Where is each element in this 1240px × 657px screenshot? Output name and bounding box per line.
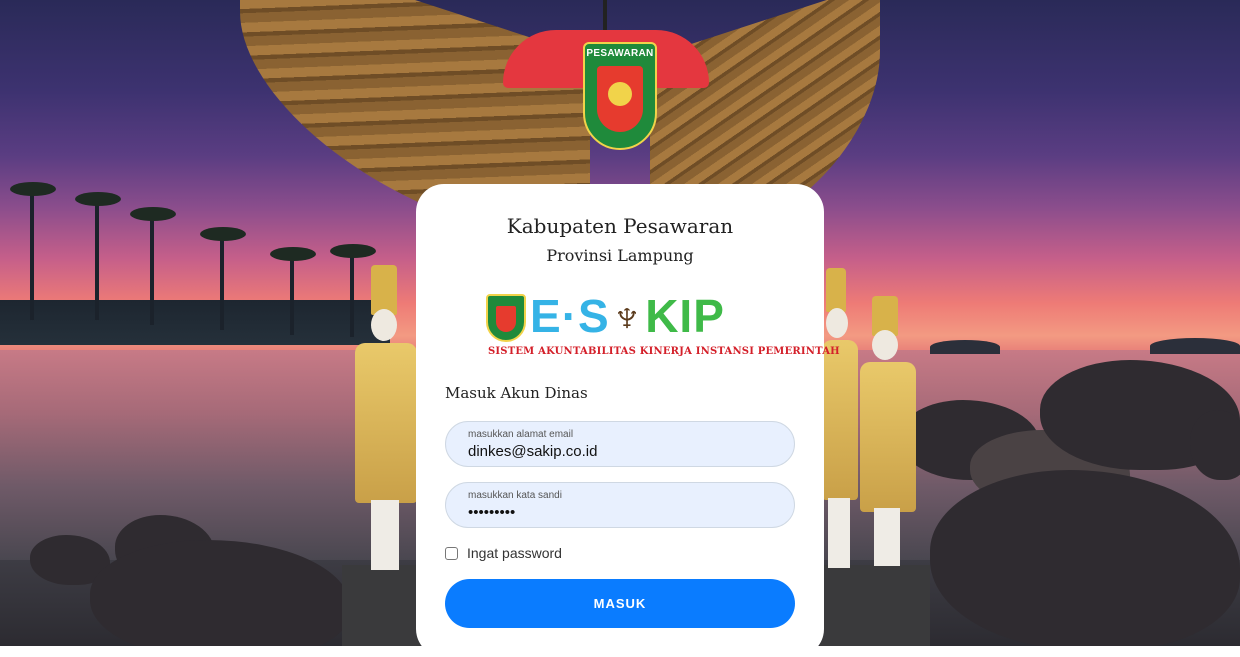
palm-tree bbox=[150, 215, 154, 325]
palm-tree bbox=[30, 190, 34, 320]
statue-left bbox=[345, 265, 420, 570]
email-label: masukkan alamat email bbox=[468, 429, 574, 440]
palm-frond bbox=[330, 244, 376, 258]
palm-frond bbox=[10, 182, 56, 196]
palm-frond bbox=[270, 247, 316, 261]
umbrella-pole bbox=[603, 0, 607, 32]
crest-label: PESAWARAN bbox=[586, 48, 654, 59]
login-button[interactable]: MASUK bbox=[445, 579, 795, 628]
palm-frond bbox=[130, 207, 176, 221]
remember-label[interactable]: Ingat password bbox=[467, 545, 562, 561]
palm-tree bbox=[220, 235, 224, 330]
logo-wordmark: E·S♆KIP bbox=[530, 290, 725, 342]
login-section-title: Masuk Akun Dinas bbox=[445, 384, 588, 402]
pesawaran-shield-icon bbox=[486, 294, 526, 342]
palm-frond bbox=[200, 227, 246, 241]
password-field[interactable]: masukkan kata sandi ••••••••• bbox=[445, 482, 795, 528]
statue-pedestal-right bbox=[820, 565, 930, 646]
regency-title: Kabupaten Pesawaran bbox=[506, 214, 734, 238]
remember-checkbox[interactable] bbox=[445, 546, 458, 560]
logo-tagline: SISTEM AKUNTABILITAS KINERJA INSTANSI PE… bbox=[488, 346, 840, 357]
palm-tree bbox=[290, 255, 294, 335]
statue-pedestal-left bbox=[342, 565, 422, 646]
province-subtitle: Provinsi Lampung bbox=[546, 246, 694, 265]
password-value[interactable]: ••••••••• bbox=[468, 504, 515, 521]
esakip-logo: E·S♆KIP SISTEM AKUNTABILITAS KINERJA INS… bbox=[486, 288, 840, 360]
remember-password[interactable]: Ingat password bbox=[445, 545, 562, 561]
palm-shore bbox=[0, 300, 390, 345]
statue-right-1 bbox=[822, 268, 862, 568]
palm-frond bbox=[75, 192, 121, 206]
email-value[interactable]: dinkes@sakip.co.id bbox=[468, 443, 597, 460]
island-left bbox=[930, 340, 1000, 354]
password-label: masukkan kata sandi bbox=[468, 490, 562, 501]
statue-right-2 bbox=[858, 296, 918, 566]
island-right bbox=[1150, 338, 1240, 354]
login-card: Kabupaten Pesawaran Provinsi Lampung E·S… bbox=[416, 184, 840, 657]
pesawaran-crest-icon: PESAWARAN bbox=[583, 42, 657, 150]
palm-tree bbox=[95, 200, 99, 320]
email-field[interactable]: masukkan alamat email dinkes@sakip.co.id bbox=[445, 421, 795, 467]
garuda-icon: ♆ bbox=[609, 290, 646, 342]
